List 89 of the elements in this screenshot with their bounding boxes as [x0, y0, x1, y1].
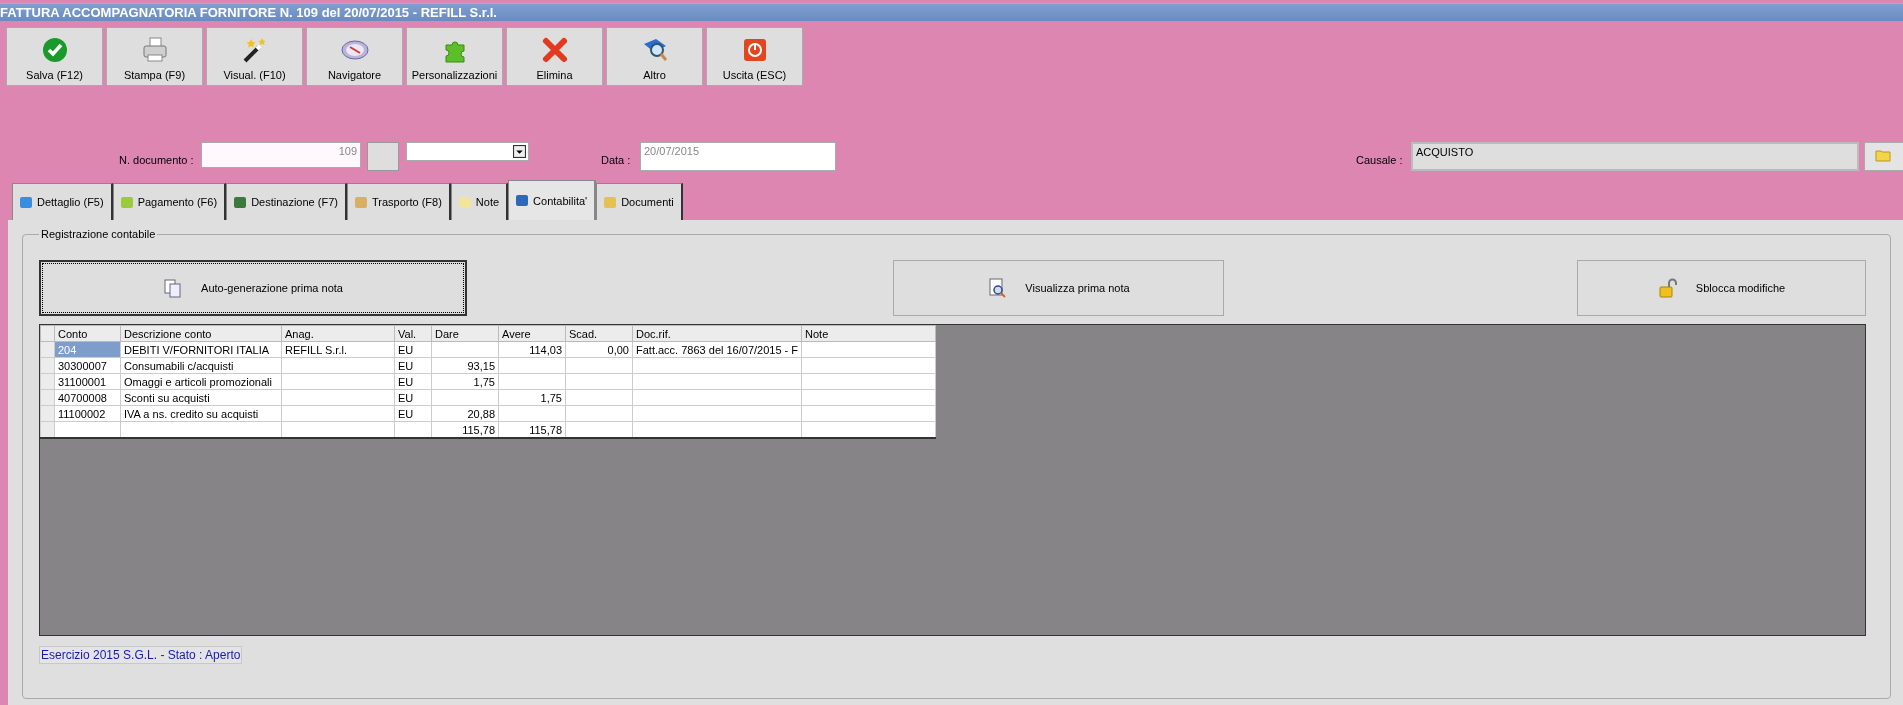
table-cell: DEBITI V/FORNITORI ITALIA: [120, 341, 282, 358]
table-cell: 11100002: [54, 405, 121, 422]
causale-field[interactable]: ACQUISTO: [1411, 142, 1859, 171]
column-header[interactable]: Doc.rif.: [632, 325, 802, 342]
tab[interactable]: Trasporto (F8): [346, 183, 451, 220]
toolbar-button[interactable]: Salva (F12): [6, 27, 103, 86]
window-title: FATTURA ACCOMPAGNATORIA FORNITORE N. 109 del 20/07/2015 - REFILL S.r.l.: [0, 5, 497, 20]
table-cell: 114,03: [498, 341, 566, 358]
toolbar-button[interactable]: Altro: [606, 27, 703, 86]
field-label: Data :: [601, 154, 631, 166]
table-cell: 115,78: [431, 421, 499, 438]
tab[interactable]: Documenti: [596, 183, 683, 220]
tab[interactable]: Destinazione (F7): [226, 183, 347, 220]
table-cell: Sconti su acquisti: [120, 389, 282, 406]
folder-button[interactable]: [1864, 142, 1903, 171]
unlocked-padlock-icon: [1657, 278, 1678, 298]
table-cell: EU: [394, 357, 432, 374]
checkmark-icon: [40, 36, 69, 64]
column-header[interactable]: Anag.: [281, 325, 395, 342]
tab[interactable]: Contabilita': [508, 180, 597, 220]
table-cell: Consumabili c/acquisti: [120, 357, 282, 374]
toolbar-button[interactable]: Stampa (F9): [106, 27, 203, 86]
table-cell: [565, 389, 633, 406]
status-label: Esercizio 2015 S.G.L. - Stato : Aperto: [39, 646, 243, 664]
column-header[interactable]: Val.: [394, 325, 432, 342]
table-cell: EU: [394, 341, 432, 358]
table-cell: [498, 357, 566, 374]
toolbar-button[interactable]: Uscita (ESC): [706, 27, 803, 86]
table-cell: EU: [394, 389, 432, 406]
table-cell: REFILL S.r.l.: [281, 341, 395, 358]
field-label: N. documento :: [119, 154, 194, 166]
folder-icon: [1875, 148, 1891, 162]
table-cell: Omaggi e articoli promozionali: [120, 373, 282, 390]
document-number-field[interactable]: 109: [201, 142, 361, 168]
tab[interactable]: Note: [450, 183, 509, 220]
tab-icon: [234, 196, 247, 208]
table-cell: [565, 421, 633, 438]
table-cell: 40700008: [54, 389, 121, 406]
table-cell: [394, 421, 432, 438]
document-magnifier-icon: [987, 278, 1008, 298]
table-cell: 20,88: [431, 405, 499, 422]
table-cell: [431, 389, 499, 406]
column-header[interactable]: Descrizione conto: [120, 325, 282, 342]
group-title: Registrazione contabile: [40, 228, 157, 240]
column-header[interactable]: Avere: [498, 325, 566, 342]
tab[interactable]: Pagamento (F6): [112, 183, 227, 220]
tab-icon: [604, 196, 617, 208]
table-cell: [565, 405, 633, 422]
table-cell: IVA a ns. credito su acquisti: [120, 405, 282, 422]
field-label: Causale :: [1356, 154, 1403, 166]
row-header: [40, 325, 55, 342]
toolbar-button[interactable]: Navigatore: [306, 27, 403, 86]
column-header[interactable]: Dare: [431, 325, 499, 342]
table-cell: 1,75: [431, 373, 499, 390]
table-cell: [431, 341, 499, 358]
column-header[interactable]: Note: [801, 325, 936, 342]
column-header[interactable]: Scad.: [565, 325, 633, 342]
toolbar-button[interactable]: Visual. (F10): [206, 27, 303, 86]
table-cell: 1,75: [498, 389, 566, 406]
x-icon: [540, 36, 569, 64]
documents-icon: [163, 278, 184, 298]
printer-icon: [140, 36, 169, 64]
table-cell: EU: [394, 373, 432, 390]
table-cell: Fatt.acc. 7863 del 16/07/2015 - F: [632, 341, 802, 358]
date-field[interactable]: 20/07/2015: [640, 142, 836, 171]
action-button[interactable]: Visualizza prima nota: [893, 260, 1224, 316]
table-cell: 30300007: [54, 357, 121, 374]
toolbar-button[interactable]: Personalizzazioni: [406, 27, 503, 86]
table-cell: 0,00: [565, 341, 633, 358]
table-cell: [498, 405, 566, 422]
table-cell: 115,78: [498, 421, 566, 438]
action-button[interactable]: Sblocca modifiche: [1577, 260, 1866, 316]
blank-button[interactable]: [367, 142, 399, 171]
dropdown[interactable]: [406, 142, 529, 161]
tab-icon: [458, 196, 471, 208]
tab[interactable]: Dettaglio (F5): [12, 183, 113, 220]
tab-icon: [120, 196, 133, 208]
column-header[interactable]: Conto: [54, 325, 121, 342]
table-cell: [565, 373, 633, 390]
tab-icon: [354, 196, 367, 208]
table-cell: 93,15: [431, 357, 499, 374]
table-cell: [565, 357, 633, 374]
table-cell: EU: [394, 405, 432, 422]
table-cell: [498, 373, 566, 390]
table-cell: 31100001: [54, 373, 121, 390]
tab-icon: [20, 196, 32, 208]
tab-icon: [516, 195, 529, 206]
toolbar-button[interactable]: Elimina: [506, 27, 603, 86]
action-button[interactable]: Auto-generazione prima nota: [39, 260, 467, 316]
